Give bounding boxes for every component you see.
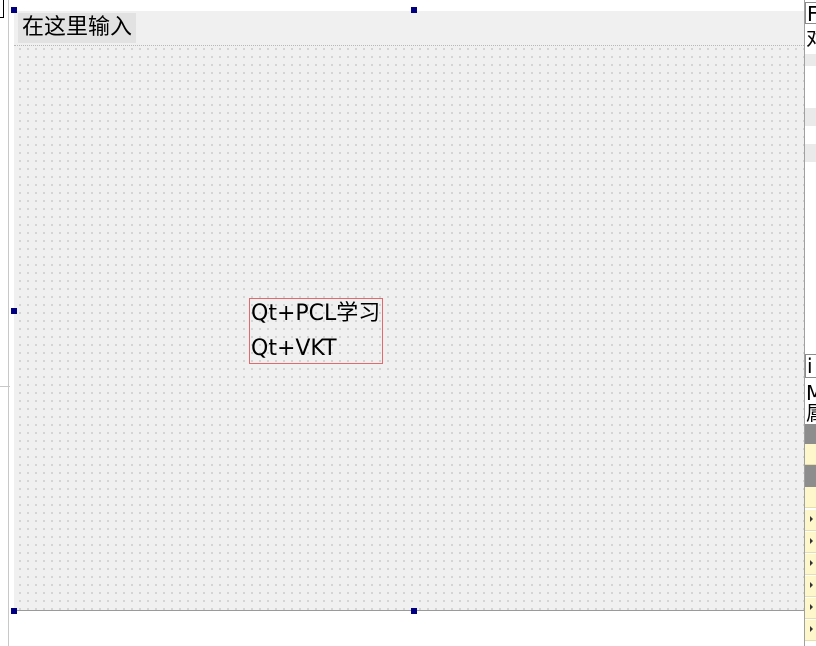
object-inspector-header: 对 xyxy=(806,27,816,49)
property-row[interactable] xyxy=(805,444,816,465)
resize-handle[interactable] xyxy=(411,7,417,13)
property-row[interactable] xyxy=(805,576,816,597)
list-item[interactable]: Qt+VKT xyxy=(251,335,337,363)
property-section-header[interactable] xyxy=(805,465,816,487)
expand-arrow-icon[interactable] xyxy=(810,626,813,632)
frame-corner xyxy=(0,0,4,18)
expand-arrow-icon[interactable] xyxy=(810,582,813,588)
form-canvas[interactable]: 在这里输入 Qt+PCL学习 Qt+VKT xyxy=(14,11,804,611)
resize-handle[interactable] xyxy=(11,308,17,314)
tree-header xyxy=(805,54,816,66)
property-row[interactable] xyxy=(805,487,816,508)
expand-arrow-icon[interactable] xyxy=(810,560,813,566)
list-item[interactable]: Qt+PCL学习 xyxy=(251,300,380,328)
tree-row[interactable] xyxy=(805,144,816,162)
resize-handle[interactable] xyxy=(11,7,17,13)
menu-bar[interactable]: 在这里输入 xyxy=(14,11,804,46)
property-header-label: 属 xyxy=(806,402,816,424)
menu-type-here-placeholder[interactable]: 在这里输入 xyxy=(18,13,137,43)
tree-row[interactable] xyxy=(805,108,816,126)
resize-handle[interactable] xyxy=(411,608,417,614)
list-widget[interactable]: Qt+PCL学习 Qt+VKT xyxy=(249,298,383,364)
expand-arrow-icon[interactable] xyxy=(810,538,813,544)
expand-arrow-icon[interactable] xyxy=(810,604,813,610)
resize-handle[interactable] xyxy=(11,608,17,614)
frame-border xyxy=(8,0,9,646)
property-row[interactable] xyxy=(805,620,816,641)
expand-arrow-icon[interactable] xyxy=(810,516,813,522)
property-row[interactable] xyxy=(805,510,816,531)
frame-divider xyxy=(0,386,10,387)
filter-field[interactable]: F xyxy=(805,2,816,25)
property-filter-field[interactable]: i xyxy=(805,354,816,378)
property-section-header[interactable] xyxy=(805,424,816,444)
property-row[interactable] xyxy=(805,554,816,575)
property-row[interactable] xyxy=(805,598,816,619)
right-dock-panel: F 对 i M 属 xyxy=(804,0,816,646)
property-row[interactable] xyxy=(805,532,816,553)
filter-field-text: F xyxy=(807,3,816,25)
property-filter-text: i xyxy=(807,354,813,378)
